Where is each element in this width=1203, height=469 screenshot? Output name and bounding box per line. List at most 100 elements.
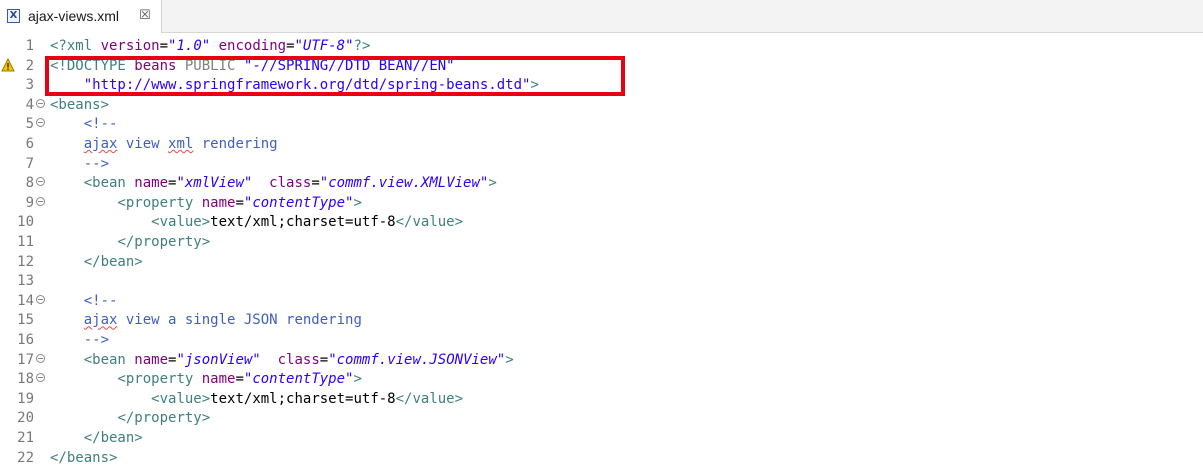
code-token: --> <box>83 155 110 172</box>
code-text: ajax view a single JSON rendering <box>50 311 362 331</box>
code-token: version <box>100 38 160 54</box>
code-token: </property> <box>117 234 211 250</box>
tab-ajax-views-xml[interactable]: X ajax-views.xml ☒ <box>0 0 162 33</box>
doctype-highlight-box <box>45 56 625 96</box>
code-line: 14 <!-- <box>0 292 1203 312</box>
line-number: 7 <box>25 155 34 172</box>
fold-toggle-icon[interactable] <box>36 98 45 108</box>
code-token: "commf.view.JSONView" <box>328 351 506 368</box>
line-number: 19 <box>17 390 34 407</box>
code-token: "UTF-8" <box>294 38 354 54</box>
code-token: </value> <box>395 214 464 231</box>
code-line: 6 ajax view xml rendering <box>0 135 1203 155</box>
code-line: 16 --> <box>0 331 1203 351</box>
code-token: <bean <box>83 175 135 192</box>
code-line: 22 </beans> <box>0 449 1203 469</box>
code-text: </property> <box>50 409 210 429</box>
line-number: 17 <box>17 351 34 368</box>
code-text: </property> <box>50 233 210 253</box>
fold-toggle-icon[interactable] <box>36 196 45 206</box>
code-token: "contentType" <box>243 371 354 388</box>
code-line: 15 ajax view a single JSON rendering <box>0 311 1203 331</box>
line-number: 20 <box>17 410 34 427</box>
code-token: "commf.view.XMLView" <box>319 175 489 192</box>
code-text: <!-- <box>50 115 118 135</box>
code-token: <property <box>117 194 202 211</box>
line-number: 16 <box>17 332 34 348</box>
code-token: </bean> <box>83 253 143 270</box>
editor-tab-bar: X ajax-views.xml ☒ <box>0 0 1203 33</box>
code-text: <value>text/xml;charset=utf-8</value> <box>50 390 463 410</box>
code-line: 17 <bean name="jsonView" class="commf.vi… <box>0 351 1203 371</box>
code-token: > <box>353 371 362 388</box>
fold-toggle-icon[interactable] <box>36 294 45 304</box>
line-number: 2 <box>25 57 34 74</box>
code-line: 19 <value>text/xml;charset=utf-8</value> <box>0 390 1203 410</box>
line-number: 4 <box>25 96 34 113</box>
line-number: 13 <box>17 273 34 290</box>
code-token: text/xml;charset=utf-8 <box>210 390 396 407</box>
code-token: = <box>286 38 295 54</box>
code-token: name <box>134 351 169 368</box>
line-number: 9 <box>25 194 34 211</box>
code-token: = <box>159 38 169 54</box>
close-icon[interactable]: ☒ <box>139 8 151 23</box>
code-token: "1.0" <box>168 38 211 54</box>
code-token: ajax <box>83 312 118 329</box>
code-text: <value>text/xml;charset=utf-8</value> <box>50 213 463 233</box>
code-token: > <box>505 351 514 368</box>
code-token: = <box>311 175 320 192</box>
code-token: > <box>353 194 362 211</box>
code-text: ajax view xml rendering <box>50 135 278 155</box>
fold-toggle-icon[interactable] <box>36 373 45 383</box>
code-line: 12 </bean> <box>0 253 1203 273</box>
fold-toggle-icon[interactable] <box>36 177 45 187</box>
code-line: 4 <beans> <box>0 96 1203 116</box>
code-token: </bean> <box>83 430 143 446</box>
line-number: 21 <box>17 430 34 446</box>
code-text: <!-- <box>50 292 118 312</box>
code-token: "xmlView" <box>176 175 253 192</box>
code-line: 10 <value>text/xml;charset=utf-8</value> <box>0 213 1203 233</box>
code-token: > <box>488 175 497 192</box>
code-token: = <box>235 194 244 211</box>
code-text: </bean> <box>50 253 143 273</box>
code-token: <value> <box>151 390 211 407</box>
code-token: encoding <box>218 38 287 54</box>
code-line: 13 <box>0 272 1203 292</box>
line-number: 10 <box>17 214 34 231</box>
code-token: view a single JSON rendering <box>117 312 362 329</box>
fold-toggle-icon[interactable] <box>36 353 45 363</box>
code-text: </beans> <box>50 449 117 469</box>
line-number: 1 <box>25 38 34 54</box>
code-token: </property> <box>117 410 211 427</box>
code-line: 11 </property> <box>0 233 1203 253</box>
code-token: xml <box>168 136 194 152</box>
code-token: class <box>277 351 320 368</box>
code-token: <value> <box>151 214 211 231</box>
code-token: <bean <box>83 351 135 368</box>
code-token: name <box>201 371 236 388</box>
fold-toggle-icon[interactable] <box>36 118 45 128</box>
code-text: --> <box>50 155 109 175</box>
code-editor[interactable]: 1 <?xml version="1.0" encoding="UTF-8"?> 2… <box>0 37 1203 469</box>
code-token: name <box>201 194 236 211</box>
code-line: 18 <property name="contentType"> <box>0 370 1203 390</box>
code-token: "jsonView" <box>176 351 261 368</box>
code-text: <bean name="jsonView" class="commf.view.… <box>50 351 514 371</box>
code-token: ?> <box>353 38 371 54</box>
code-text: <property name="contentType"> <box>50 194 362 214</box>
